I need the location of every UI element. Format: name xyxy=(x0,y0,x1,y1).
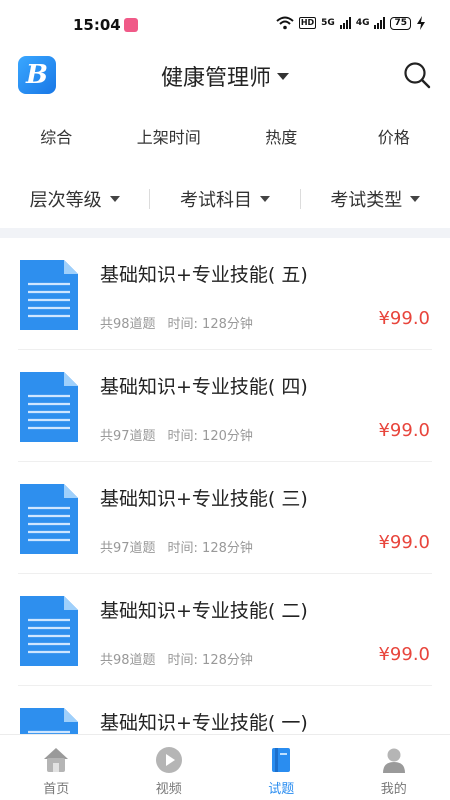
status-indicators: HD 5G 4G 75 xyxy=(276,16,426,30)
search-icon[interactable] xyxy=(402,60,432,90)
item-title: 基础知识+专业技能( 三) xyxy=(100,488,308,510)
list-item[interactable]: 基础知识+专业技能( 二) 共98道题 时间: 128分钟 ¥99.0 xyxy=(0,574,450,686)
signal-icon xyxy=(374,17,386,29)
item-title: 基础知识+专业技能( 五) xyxy=(100,264,308,286)
nav-home-label: 首页 xyxy=(43,782,70,797)
filter-bar: 层次等级 考试科目 考试类型 xyxy=(0,182,450,216)
filter-subject-label: 考试科目 xyxy=(179,190,252,211)
item-title: 基础知识+专业技能( 四) xyxy=(100,376,308,398)
bottom-nav: 首页 视频 试题 我的 xyxy=(0,734,450,800)
nav-questions[interactable]: 试题 xyxy=(225,735,338,800)
tab-popularity[interactable]: 热度 xyxy=(225,124,338,156)
nav-home[interactable]: 首页 xyxy=(0,735,113,800)
chevron-down-icon xyxy=(109,196,120,202)
item-price: ¥99.0 xyxy=(378,644,430,665)
charging-icon xyxy=(417,16,425,30)
network-5g-label: 5G xyxy=(321,18,335,28)
question-count: 共98道题 xyxy=(100,317,156,332)
nav-questions-label: 试题 xyxy=(268,782,295,797)
item-meta: 共97道题 时间: 120分钟 xyxy=(100,425,253,444)
app-header: B 健康管理师 xyxy=(0,52,450,100)
item-meta: 共97道题 时间: 128分钟 xyxy=(100,537,253,556)
network-4g-label: 4G xyxy=(355,18,370,28)
tab-listing-time[interactable]: 上架时间 xyxy=(113,124,226,156)
document-icon xyxy=(20,708,78,734)
duration: 时间: 120分钟 xyxy=(167,429,253,444)
battery-indicator: 75 xyxy=(390,16,411,30)
home-icon xyxy=(44,748,69,772)
document-icon xyxy=(20,372,78,442)
nav-profile[interactable]: 我的 xyxy=(338,735,450,800)
item-title: 基础知识+专业技能( 一) xyxy=(100,712,308,734)
signal-icon xyxy=(339,17,351,29)
status-bar: 15:04 HD 5G 4G 75 xyxy=(0,0,450,50)
category-selector[interactable]: 健康管理师 xyxy=(0,60,450,92)
chevron-down-icon xyxy=(259,196,270,202)
filter-exam-type-label: 考试类型 xyxy=(330,190,403,211)
sort-tabs: 综合 上架时间 热度 价格 xyxy=(0,124,450,156)
filter-level[interactable]: 层次等级 xyxy=(0,186,149,212)
hd-badge: HD xyxy=(298,17,317,29)
profile-icon xyxy=(382,748,405,773)
tab-price[interactable]: 价格 xyxy=(338,124,450,156)
item-price: ¥99.0 xyxy=(378,420,430,441)
duration: 时间: 128分钟 xyxy=(167,317,253,332)
book-icon xyxy=(272,748,291,772)
filter-exam-type[interactable]: 考试类型 xyxy=(301,186,450,212)
item-meta: 共98道题 时间: 128分钟 xyxy=(100,313,253,332)
question-count: 共97道题 xyxy=(100,429,156,444)
nav-video-label: 视频 xyxy=(155,782,182,797)
list-item[interactable]: 基础知识+专业技能( 一) xyxy=(0,686,450,734)
video-icon xyxy=(155,747,182,773)
item-price: ¥99.0 xyxy=(378,532,430,553)
item-title: 基础知识+专业技能( 二) xyxy=(100,600,308,622)
list-item[interactable]: 基础知识+专业技能( 四) 共97道题 时间: 120分钟 ¥99.0 xyxy=(0,350,450,462)
question-count: 共97道题 xyxy=(100,541,156,556)
page-title: 健康管理师 xyxy=(160,66,271,91)
filter-level-label: 层次等级 xyxy=(29,190,102,211)
list-item[interactable]: 基础知识+专业技能( 三) 共97道题 时间: 128分钟 ¥99.0 xyxy=(0,462,450,574)
duration: 时间: 128分钟 xyxy=(167,653,253,668)
filter-subject[interactable]: 考试科目 xyxy=(150,186,299,212)
document-icon xyxy=(20,484,78,554)
wifi-icon xyxy=(276,16,294,30)
tab-comprehensive[interactable]: 综合 xyxy=(0,124,113,156)
section-divider xyxy=(0,228,450,238)
document-icon xyxy=(20,596,78,666)
exam-list: 基础知识+专业技能( 五) 共98道题 时间: 128分钟 ¥99.0 基础知识+… xyxy=(0,238,450,734)
chevron-down-icon xyxy=(277,72,289,80)
document-icon xyxy=(20,260,78,330)
nav-video[interactable]: 视频 xyxy=(113,735,226,800)
app-notification-icon xyxy=(124,18,138,32)
question-count: 共98道题 xyxy=(100,653,156,668)
list-item[interactable]: 基础知识+专业技能( 五) 共98道题 时间: 128分钟 ¥99.0 xyxy=(0,238,450,350)
status-time: 15:04 xyxy=(73,16,121,34)
chevron-down-icon xyxy=(410,196,421,202)
duration: 时间: 128分钟 xyxy=(167,541,253,556)
item-price: ¥99.0 xyxy=(378,308,430,329)
item-meta: 共98道题 时间: 128分钟 xyxy=(100,649,253,668)
nav-profile-label: 我的 xyxy=(380,782,407,797)
